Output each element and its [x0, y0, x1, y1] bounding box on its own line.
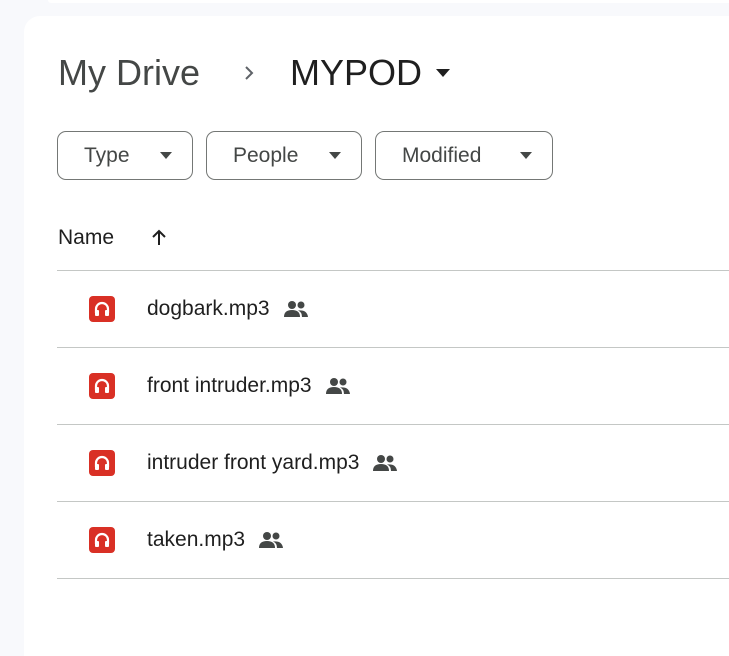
- file-name-wrap: dogbark.mp3: [147, 297, 310, 321]
- file-row-taken[interactable]: taken.mp3: [57, 501, 729, 579]
- current-folder-label: MYPOD: [290, 52, 423, 93]
- top-strip: [48, 0, 729, 3]
- file-name: front intruder.mp3: [147, 374, 312, 397]
- filter-type-chip[interactable]: Type: [57, 131, 193, 180]
- filter-modified-label: Modified: [402, 143, 482, 167]
- filter-type-label: Type: [84, 143, 130, 167]
- caret-down-icon: [329, 152, 341, 159]
- file-name-wrap: intruder front yard.mp3: [147, 451, 399, 475]
- filter-people-chip[interactable]: People: [206, 131, 362, 180]
- file-row-intruder-front-yard[interactable]: intruder front yard.mp3: [57, 424, 729, 501]
- sort-ascending-arrow-icon[interactable]: [144, 223, 174, 253]
- shared-people-icon: [257, 531, 285, 549]
- file-name: taken.mp3: [147, 528, 246, 551]
- breadcrumb-current-folder[interactable]: MYPOD: [290, 48, 451, 98]
- filter-modified-chip[interactable]: Modified: [375, 131, 553, 180]
- shared-people-icon: [282, 300, 310, 318]
- file-name: intruder front yard.mp3: [147, 451, 360, 474]
- breadcrumb: My Drive MYPOD: [58, 48, 451, 98]
- caret-down-icon: [160, 152, 172, 159]
- filter-chips: Type People Modified: [57, 131, 553, 180]
- audio-file-icon: [89, 527, 115, 553]
- chevron-right-icon: [224, 48, 274, 98]
- name-column-header[interactable]: Name: [58, 226, 114, 250]
- file-name: dogbark.mp3: [147, 297, 270, 320]
- shared-people-icon: [371, 454, 399, 472]
- caret-down-icon: [520, 152, 532, 159]
- audio-file-icon: [89, 373, 115, 399]
- shared-people-icon: [324, 377, 352, 395]
- audio-file-icon: [89, 450, 115, 476]
- file-list: dogbark.mp3 front intruder.mp3 intruder …: [57, 270, 729, 579]
- audio-file-icon: [89, 296, 115, 322]
- file-name-wrap: front intruder.mp3: [147, 374, 352, 398]
- file-name-wrap: taken.mp3: [147, 528, 285, 552]
- file-row-front-intruder[interactable]: front intruder.mp3: [57, 347, 729, 424]
- list-header: Name: [58, 218, 174, 258]
- breadcrumb-my-drive[interactable]: My Drive: [58, 48, 200, 98]
- caret-down-icon: [436, 69, 451, 77]
- filter-people-label: People: [233, 143, 299, 167]
- file-row-dogbark[interactable]: dogbark.mp3: [57, 270, 729, 347]
